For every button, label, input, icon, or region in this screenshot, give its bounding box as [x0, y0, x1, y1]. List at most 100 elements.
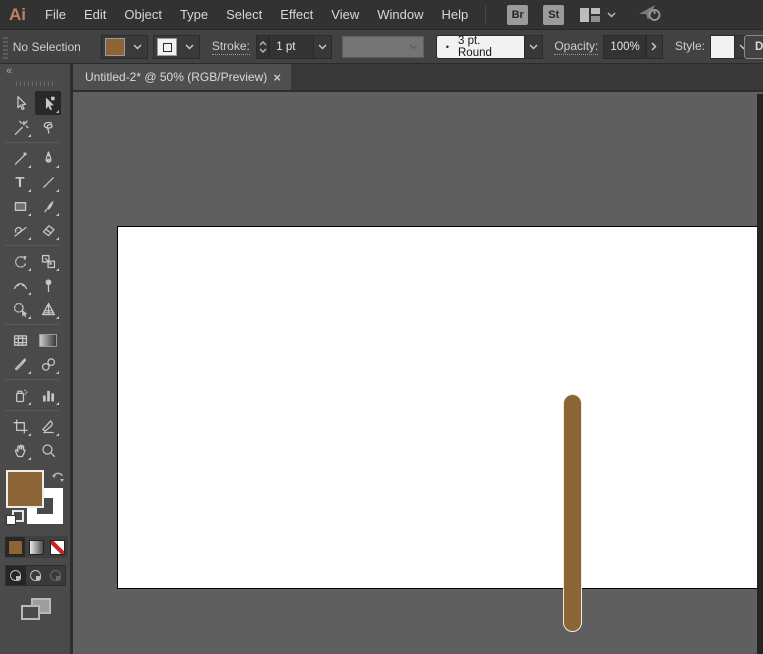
zoom-tool[interactable] — [35, 438, 61, 462]
menu-effect[interactable]: Effect — [271, 7, 322, 22]
color-button[interactable] — [5, 537, 25, 557]
magic-wand-tool[interactable] — [7, 115, 33, 139]
document-tab-strip: Untitled-2* @ 50% (RGB/Preview) × — [73, 64, 763, 92]
mesh-icon — [12, 332, 29, 349]
slice-knife-icon — [40, 418, 57, 435]
fill-color-control[interactable] — [101, 35, 148, 59]
draw-inside-button[interactable] — [45, 566, 65, 585]
type-tool[interactable]: T — [7, 170, 33, 194]
shaper-tool[interactable] — [7, 218, 33, 242]
drawing-mode-row — [5, 565, 66, 586]
stroke-weight-input[interactable]: 1 pt — [269, 35, 313, 59]
swap-fill-stroke-icon[interactable] — [51, 470, 66, 490]
menu-edit[interactable]: Edit — [75, 7, 115, 22]
chevron-down-icon[interactable] — [180, 44, 199, 50]
draw-inside-icon — [50, 570, 61, 581]
pen-tool[interactable] — [35, 146, 61, 170]
document-tab[interactable]: Untitled-2* @ 50% (RGB/Preview) × — [73, 64, 291, 90]
menu-select[interactable]: Select — [217, 7, 271, 22]
puppet-warp-tool[interactable] — [35, 273, 61, 297]
change-screen-mode-button[interactable] — [21, 598, 51, 620]
close-tab-icon[interactable]: × — [273, 70, 291, 85]
tool-group-separator — [7, 242, 63, 249]
dock-edge-strip — [757, 94, 763, 654]
opacity-input[interactable]: 100% — [603, 35, 645, 59]
default-fill-stroke-icon[interactable] — [6, 510, 22, 526]
brush-name: 3 pt. Round — [458, 35, 514, 59]
none-button[interactable] — [47, 537, 67, 557]
control-bar: No Selection Stroke: 1 pt — [0, 30, 763, 64]
shape-builder-icon — [12, 301, 29, 318]
chevron-down-icon[interactable] — [128, 44, 147, 50]
lasso-tool[interactable] — [35, 115, 61, 139]
perspective-grid-tool[interactable] — [35, 297, 61, 321]
selection-tool[interactable] — [7, 91, 33, 115]
style-swatch[interactable] — [710, 35, 735, 59]
eyedropper-tool[interactable] — [7, 352, 33, 376]
panel-grip[interactable] — [3, 35, 8, 59]
line-icon — [40, 174, 57, 191]
tool-grid: T — [7, 91, 70, 462]
symbol-sprayer-tool[interactable] — [7, 383, 33, 407]
opacity-flyout-button[interactable] — [646, 35, 663, 59]
rotate-tool[interactable] — [7, 249, 33, 273]
stroke-weight-dropdown[interactable] — [314, 35, 332, 59]
scale-tool[interactable] — [35, 249, 61, 273]
gradient-tool[interactable] — [35, 328, 61, 352]
chevron-down-icon — [607, 12, 616, 18]
menu-help[interactable]: Help — [432, 7, 477, 22]
fill-color-swatch[interactable] — [105, 38, 125, 56]
rectangle-tool[interactable] — [7, 194, 33, 218]
mesh-tool[interactable] — [7, 328, 33, 352]
slice-tool[interactable] — [35, 414, 61, 438]
rotate-icon — [12, 253, 29, 270]
menu-object[interactable]: Object — [115, 7, 171, 22]
artboard-tool[interactable] — [7, 414, 33, 438]
opacity-label[interactable]: Opacity: — [554, 39, 598, 55]
direct-selection-tool[interactable] — [35, 91, 61, 115]
shape-builder-tool[interactable] — [7, 297, 33, 321]
line-segment-tool[interactable] — [35, 170, 61, 194]
stock-button[interactable]: St — [543, 5, 564, 25]
brush-dropdown[interactable] — [525, 35, 543, 59]
brush-definition[interactable]: • 3 pt. Round — [436, 35, 525, 59]
stroke-color-swatch[interactable] — [157, 38, 177, 56]
workspace-switcher[interactable] — [580, 8, 616, 22]
magnifier-icon — [40, 442, 57, 459]
app-logo: Ai — [9, 5, 26, 25]
stroke-weight-label[interactable]: Stroke: — [212, 39, 250, 55]
blend-tool[interactable] — [35, 352, 61, 376]
menu-window[interactable]: Window — [368, 7, 432, 22]
variable-width-profile-dropdown — [342, 36, 424, 58]
draw-normal-button[interactable] — [6, 566, 26, 585]
stroke-weight-stepper[interactable] — [256, 35, 269, 59]
bridge-button[interactable]: Br — [507, 5, 528, 25]
width-tool[interactable] — [7, 273, 33, 297]
paintbrush-tool[interactable] — [35, 194, 61, 218]
pushpin-icon — [40, 277, 57, 294]
canvas-pasteboard[interactable] — [76, 94, 763, 654]
eraser-tool[interactable] — [35, 218, 61, 242]
artboard[interactable] — [117, 226, 759, 589]
collapse-panel-icon[interactable]: « — [6, 66, 12, 76]
chevron-down-icon — [404, 44, 423, 50]
draw-behind-button[interactable] — [26, 566, 46, 585]
menu-type[interactable]: Type — [171, 7, 217, 22]
gradient-swatch-icon — [29, 540, 44, 555]
curvature-tool[interactable] — [7, 146, 33, 170]
menu-view[interactable]: View — [322, 7, 368, 22]
menu-file[interactable]: File — [36, 7, 75, 22]
drawn-stroke-shape[interactable] — [563, 394, 582, 632]
paint-style-row — [5, 536, 68, 558]
gpu-performance-icon[interactable] — [638, 3, 662, 27]
tool-group-separator — [7, 407, 63, 414]
stroke-color-control[interactable] — [153, 35, 200, 59]
eyedropper-icon — [12, 356, 29, 373]
tools-panel-grip[interactable] — [16, 81, 54, 86]
tools-panel-header: « — [0, 64, 70, 78]
hand-tool[interactable] — [7, 438, 33, 462]
fill-indicator-swatch[interactable] — [6, 470, 44, 508]
gradient-button[interactable] — [26, 537, 46, 557]
document-setup-button[interactable]: Doc — [744, 35, 763, 59]
column-graph-tool[interactable] — [35, 383, 61, 407]
